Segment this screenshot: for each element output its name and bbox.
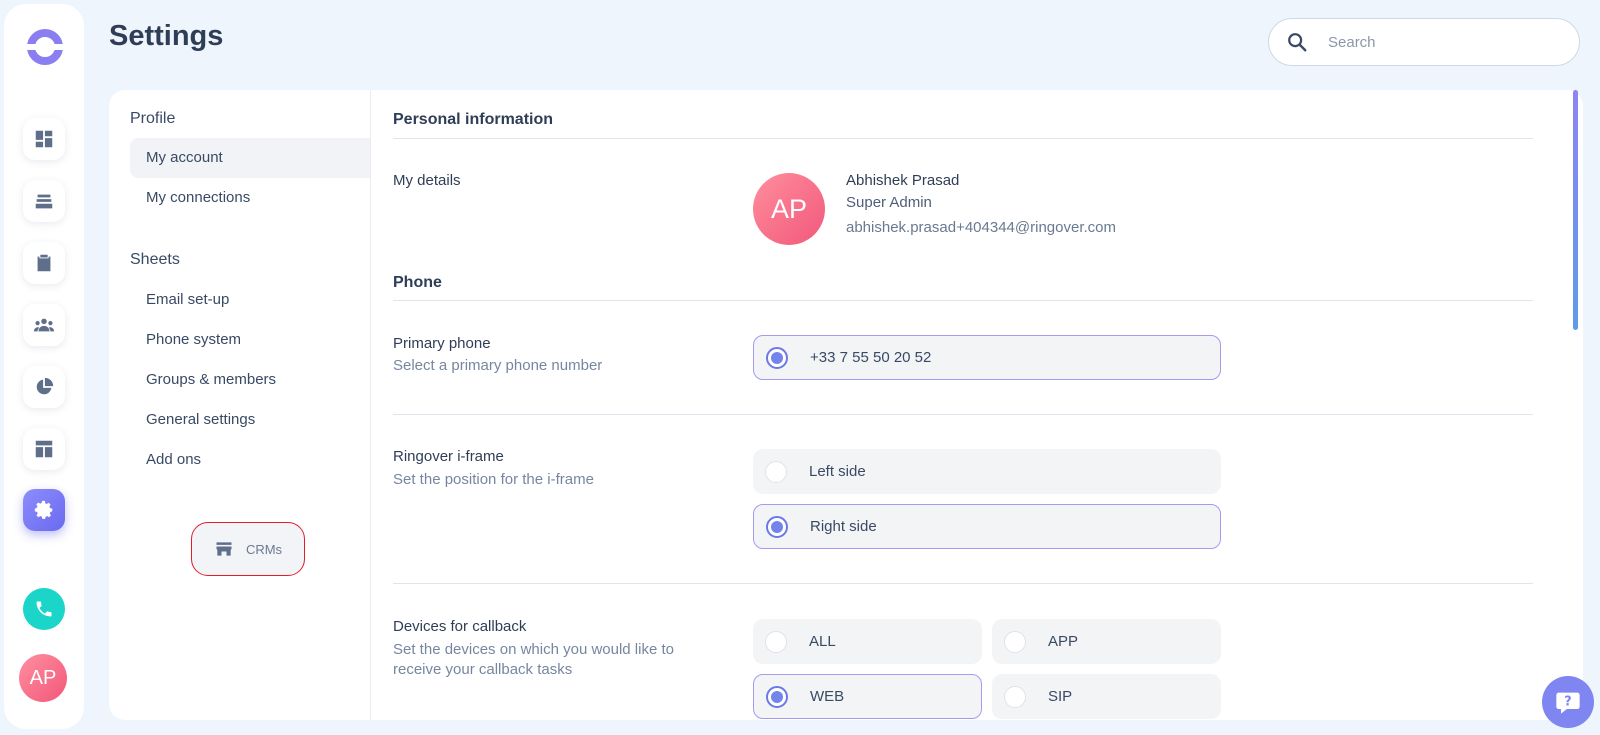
subnav-groups-members[interactable]: Groups & members <box>130 360 370 400</box>
crms-label: CRMs <box>245 541 283 557</box>
settings-panel: Profile My account My connections Sheets… <box>109 90 1583 720</box>
callback-sip-option[interactable]: SIP <box>992 674 1221 719</box>
rail-team[interactable] <box>23 304 65 346</box>
radio-selected-icon[interactable] <box>766 515 788 538</box>
radio-empty-icon[interactable] <box>1004 685 1026 708</box>
subnav-add-ons[interactable]: Add ons <box>130 440 370 480</box>
subnav-phone-system[interactable]: Phone system <box>130 320 370 360</box>
subnav-email-setup[interactable]: Email set-up <box>130 280 370 320</box>
iframe-left-option[interactable]: Left side <box>753 449 1221 494</box>
primary-phone-label: Primary phone <box>393 335 491 352</box>
radio-empty-icon[interactable] <box>765 630 787 653</box>
primary-phone-option[interactable]: +33 7 55 50 20 52 <box>753 335 1221 380</box>
iframe-right-option[interactable]: Right side <box>753 504 1221 549</box>
subnav-my-connections[interactable]: My connections <box>130 178 370 218</box>
dashboard-icon <box>35 130 53 148</box>
settings-content: Personal information My details AP Abhis… <box>393 90 1553 720</box>
gear-icon <box>34 500 53 519</box>
app-rail: AP <box>4 4 84 729</box>
iframe-right-label: Right side <box>810 518 877 535</box>
my-details-label: My details <box>393 172 461 189</box>
callback-sub-2: receive your callback tasks <box>393 661 573 678</box>
crms-button[interactable]: CRMs <box>191 522 305 576</box>
callback-all-option[interactable]: ALL <box>753 619 982 664</box>
radio-selected-icon[interactable] <box>766 346 788 369</box>
radio-selected-icon[interactable] <box>766 685 788 708</box>
rail-analytics[interactable] <box>23 366 65 408</box>
rail-dashboard[interactable] <box>23 118 65 160</box>
rail-settings[interactable] <box>23 489 65 531</box>
divider <box>393 583 1533 584</box>
radio-empty-icon[interactable] <box>1004 630 1026 653</box>
clipboard-icon <box>37 254 51 272</box>
callback-sip-label: SIP <box>1048 688 1073 705</box>
personal-info-title: Personal information <box>393 111 554 128</box>
radio-empty-icon[interactable] <box>765 460 787 483</box>
sheets-heading: Sheets <box>130 251 180 268</box>
app-logo-icon[interactable] <box>25 27 65 67</box>
layout-icon <box>35 440 53 458</box>
divider <box>393 138 1533 139</box>
team-icon <box>33 318 55 332</box>
callback-sub-1: Set the devices on which you would like … <box>393 641 674 658</box>
chat-help-icon: ? <box>1556 692 1580 714</box>
help-button[interactable]: ? <box>1542 676 1594 728</box>
callback-label: Devices for callback <box>393 618 527 635</box>
store-icon <box>216 542 232 556</box>
search-box[interactable] <box>1268 18 1580 66</box>
user-role: Super Admin <box>846 194 932 211</box>
iframe-left-label: Left side <box>809 463 866 480</box>
divider <box>393 300 1533 301</box>
rail-inbox[interactable] <box>23 180 65 222</box>
profile-heading: Profile <box>130 110 176 127</box>
phone-icon <box>36 601 52 617</box>
primary-phone-sub: Select a primary phone number <box>393 357 603 374</box>
user-avatar[interactable]: AP <box>19 654 67 702</box>
phone-section-title: Phone <box>393 274 442 291</box>
iframe-label: Ringover i-frame <box>393 448 504 465</box>
rail-layout[interactable] <box>23 428 65 470</box>
profile-avatar-initials: AP <box>770 193 808 224</box>
settings-subnav: Profile My account My connections Sheets… <box>109 90 371 720</box>
user-email: abhishek.prasad+404344@ringover.com <box>846 219 1116 236</box>
search-icon <box>1288 33 1307 52</box>
rail-tasks[interactable] <box>23 242 65 284</box>
divider <box>393 414 1533 415</box>
iframe-sub: Set the position for the i-frame <box>393 471 594 488</box>
pie-chart-icon <box>36 377 54 395</box>
search-input[interactable] <box>1326 32 1560 52</box>
callback-app-label: APP <box>1048 633 1079 650</box>
user-name: Abhishek Prasad <box>846 172 960 189</box>
inbox-icon <box>35 194 53 209</box>
scrollbar[interactable] <box>1573 90 1578 330</box>
primary-phone-number: +33 7 55 50 20 52 <box>810 349 932 366</box>
svg-text:?: ? <box>1564 695 1571 710</box>
avatar-initials: AP <box>29 666 57 689</box>
call-button[interactable] <box>23 588 65 630</box>
subnav-my-account[interactable]: My account <box>130 138 370 178</box>
callback-web-option[interactable]: WEB <box>753 674 982 719</box>
callback-all-label: ALL <box>809 633 836 650</box>
profile-avatar: AP <box>753 173 825 245</box>
callback-web-label: WEB <box>810 688 845 705</box>
subnav-general-settings[interactable]: General settings <box>130 400 370 440</box>
page-title: Settings <box>109 20 224 52</box>
callback-app-option[interactable]: APP <box>992 619 1221 664</box>
